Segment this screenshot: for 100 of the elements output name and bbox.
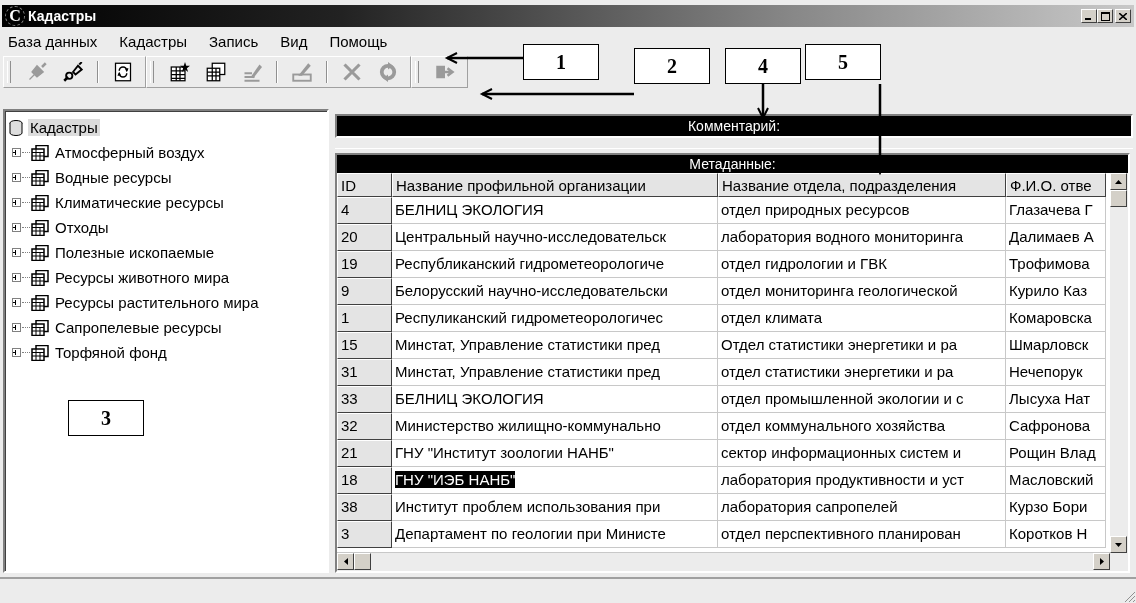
scroll-left-button[interactable]	[337, 553, 354, 570]
left-arrow-icon	[343, 558, 348, 565]
tables-icon	[31, 144, 49, 161]
row-header[interactable]: 19	[337, 251, 392, 278]
callout-label: 1	[523, 44, 599, 80]
scroll-thumb[interactable]	[354, 553, 371, 570]
table-cell: Далимаев А	[1006, 224, 1106, 251]
delete-icon	[342, 62, 362, 82]
row-header[interactable]: 32	[337, 413, 392, 440]
table-cell: отдел статистики энергетики и ра	[718, 359, 1006, 386]
expand-toggle[interactable]	[12, 223, 21, 232]
close-button[interactable]	[1115, 9, 1131, 23]
row-header[interactable]: 4	[337, 197, 392, 224]
tree-item[interactable]: Полезные ископаемые	[53, 244, 217, 261]
row-header[interactable]: 38	[337, 494, 392, 521]
tables-icon	[31, 269, 49, 286]
cell-text: ГНУ "ИЭБ НАНБ"	[395, 471, 516, 488]
menu-item[interactable]: Помощь	[327, 32, 408, 50]
row-header[interactable]: 15	[337, 332, 392, 359]
minimize-button[interactable]	[1081, 9, 1097, 23]
row-header[interactable]: 18	[337, 467, 392, 494]
expand-toggle[interactable]	[12, 298, 21, 307]
tree-item[interactable]: Сапропелевые ресурсы	[53, 319, 224, 336]
cell-text: Респуликанский гидрометеорологичес	[395, 309, 664, 326]
column-header[interactable]: Ф.И.О. отве	[1006, 173, 1106, 197]
tree-item[interactable]: Кадастры	[28, 119, 100, 136]
expand-toggle[interactable]	[12, 198, 21, 207]
tree-item[interactable]: Отходы	[53, 219, 111, 236]
tables-icon	[31, 319, 49, 336]
cell-text: Минстат, Управление статистики пред	[395, 336, 661, 353]
pen-icon	[242, 62, 262, 82]
tree-item[interactable]: Ресурсы животного мира	[53, 269, 232, 286]
expand-toggle[interactable]	[12, 323, 21, 332]
cell-text: ГНУ "Институт зоологии НАНБ"	[395, 444, 614, 461]
table-cell: сектор информационных систем и	[718, 440, 1006, 467]
table-cell: Нечепорук	[1006, 359, 1106, 386]
table-cell: Комаровска	[1006, 305, 1106, 332]
expand-toggle[interactable]	[12, 273, 21, 282]
scroll-down-button[interactable]	[1110, 536, 1127, 553]
column-header[interactable]: ID	[337, 173, 392, 197]
menu-item[interactable]: Вид	[278, 32, 328, 50]
expand-toggle[interactable]	[12, 148, 21, 157]
plug-icon	[63, 62, 83, 82]
expand-toggle[interactable]	[12, 348, 21, 357]
pen-icon	[292, 62, 312, 82]
cell-text: Департамент по геологии при Министе	[395, 525, 666, 542]
tree-item[interactable]: Климатические ресурсы	[53, 194, 226, 211]
menu-item[interactable]: База данных	[6, 32, 118, 50]
comment-header: Комментарий:	[335, 114, 1133, 138]
row-header[interactable]: 33	[337, 386, 392, 413]
table-cell: отдел природных ресурсов	[718, 197, 1006, 224]
toolbar-grip[interactable]	[150, 61, 154, 83]
scroll-up-button[interactable]	[1110, 173, 1127, 190]
table-cell: лаборатория продуктивности и уст	[718, 467, 1006, 494]
section-header: Метаданные:	[337, 155, 1128, 173]
cell-text: Министерство жилищно-коммунально	[395, 417, 661, 434]
tree-item[interactable]: Водные ресурсы	[53, 169, 174, 186]
table-cell: Трофимова	[1006, 251, 1106, 278]
horizontal-scrollbar[interactable]	[337, 552, 1110, 571]
table-cell: Отдел статистики энергетики и ра	[718, 332, 1006, 359]
row-header[interactable]: 21	[337, 440, 392, 467]
tree-item[interactable]: Ресурсы растительного мира	[53, 294, 261, 311]
table-cell: Курило Каз	[1006, 278, 1106, 305]
expand-toggle[interactable]	[12, 173, 21, 182]
row-header[interactable]: 9	[337, 278, 392, 305]
tree-item[interactable]: Атмосферный воздух	[53, 144, 207, 161]
database-icon	[8, 119, 24, 136]
table-cell: Лысуха Нат	[1006, 386, 1106, 413]
maximize-button[interactable]	[1097, 9, 1113, 23]
expand-toggle[interactable]	[12, 248, 21, 257]
table-cell: Глазачева Г	[1006, 197, 1106, 224]
column-header[interactable]: Название профильной организации	[392, 173, 718, 197]
row-header[interactable]: 1	[337, 305, 392, 332]
callout-label: 2	[634, 48, 710, 84]
table-cell: Коротков Н	[1006, 521, 1106, 548]
row-header[interactable]: 31	[337, 359, 392, 386]
column-header[interactable]: Название отдела, подразделения	[718, 173, 1006, 197]
cell-text: Институт проблем использования при	[395, 498, 661, 515]
menu-item[interactable]: Кадастры	[117, 32, 208, 50]
row-header[interactable]: 20	[337, 224, 392, 251]
tables-icon	[31, 194, 49, 211]
tables-icon	[206, 62, 226, 82]
app-logo: C	[5, 6, 25, 26]
row-header[interactable]: 3	[337, 521, 392, 548]
table-cell: отдел промышленной экологии и с	[718, 386, 1006, 413]
right-arrow-icon	[1099, 558, 1104, 565]
resize-grip-icon	[1124, 591, 1136, 603]
table-cell: отдел гидрологии и ГВК	[718, 251, 1006, 278]
menu-item[interactable]: Запись	[207, 32, 279, 50]
tables-icon	[31, 244, 49, 261]
scroll-thumb[interactable]	[1110, 190, 1127, 207]
tables-icon	[31, 169, 49, 186]
plug-icon	[27, 62, 47, 82]
table-cell: отдел мониторинга геологической	[718, 278, 1006, 305]
toolbar-grip[interactable]	[7, 61, 11, 83]
up-arrow-icon	[1115, 179, 1122, 184]
toolbar-grip[interactable]	[415, 61, 419, 83]
scroll-right-button[interactable]	[1093, 553, 1110, 570]
table-cell: лаборатория водного мониторинга	[718, 224, 1006, 251]
tree-item[interactable]: Торфяной фонд	[53, 344, 169, 361]
